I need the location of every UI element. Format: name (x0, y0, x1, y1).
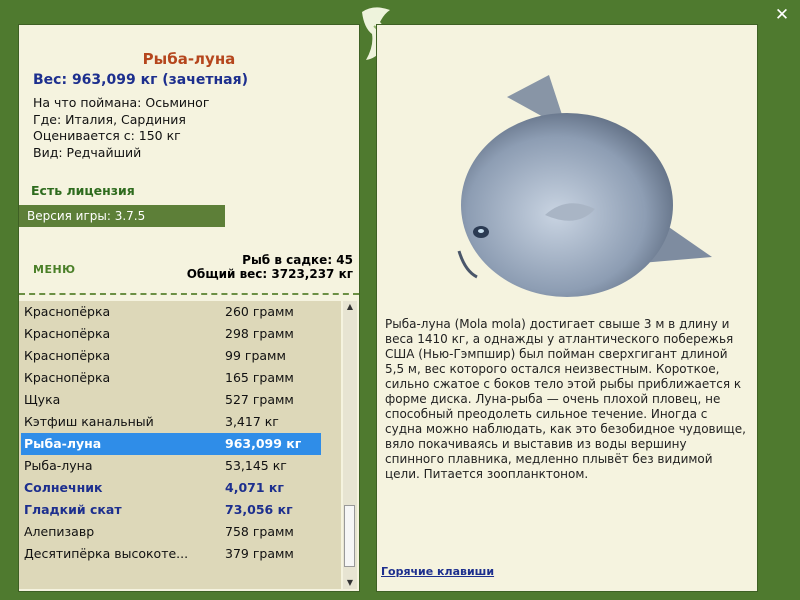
sunfish-image (457, 75, 712, 297)
list-item-name: Кэтфиш канальный (24, 414, 154, 429)
list-item-name: Рыба-луна (24, 436, 102, 451)
divider (19, 293, 359, 295)
rated-from-text: Оценивается с: 150 кг (33, 128, 181, 143)
list-scrollbar[interactable]: ▲ ▼ (343, 301, 357, 589)
list-item-selected[interactable]: Рыба-луна 963,099 кг (21, 433, 321, 455)
list-item-name: Гладкий скат (24, 502, 122, 517)
list-item[interactable]: Щука 527 грамм (19, 389, 341, 411)
list-item[interactable]: Десятипёрка высокоте... 379 грамм (19, 543, 341, 565)
list-item[interactable]: Краснопёрка 298 грамм (19, 323, 341, 345)
total-weight: Общий вес: 3723,237 кг (186, 267, 353, 281)
list-item-weight: 379 грамм (225, 546, 294, 561)
list-item[interactable]: Краснопёрка 260 грамм (19, 301, 341, 323)
list-item-name: Алепизавр (24, 524, 95, 539)
fish-count: Рыб в садке: 45 (242, 253, 353, 267)
scroll-up-icon[interactable]: ▲ (343, 301, 357, 313)
list-item[interactable]: Кэтфиш канальный 3,417 кг (19, 411, 341, 433)
list-item-name: Щука (24, 392, 61, 407)
close-icon[interactable]: ✕ (772, 5, 792, 25)
version-bar: Версия игры: 3.7.5 (19, 205, 225, 227)
list-item-name: Краснопёрка (24, 348, 111, 363)
list-item[interactable]: Краснопёрка 165 грамм (19, 367, 341, 389)
location-text: Где: Италия, Сардиния (33, 111, 186, 127)
scroll-down-icon[interactable]: ▼ (343, 577, 357, 589)
list-item-weight: 4,071 кг (225, 480, 284, 495)
hotkeys-link[interactable]: Горячие клавиши (381, 565, 494, 578)
list-item[interactable]: Солнечник 4,071 кг (19, 477, 341, 499)
list-item-weight: 53,145 кг (225, 458, 287, 473)
fish-info-panel: Рыба-луна Вес: 963,099 кг (зачетная) На … (18, 24, 360, 592)
net-stats: Рыб в садке: 45 Общий вес: 3723,237 кг (187, 253, 353, 281)
list-item-name: Солнечник (24, 480, 103, 495)
fish-description-panel: Рыба-луна (Mola mola) достигает свыше 3 … (376, 24, 758, 592)
list-item-weight: 758 грамм (225, 524, 294, 539)
list-item-weight: 3,417 кг (225, 414, 279, 429)
list-item-weight: 963,099 кг (225, 436, 302, 451)
fish-name: Рыба-луна (142, 50, 236, 68)
list-item-weight: 260 грамм (225, 304, 294, 319)
list-item[interactable]: Рыба-луна 53,145 кг (19, 455, 341, 477)
list-item-name: Краснопёрка (24, 326, 111, 341)
list-item-name: Краснопёрка (24, 370, 111, 385)
fish-details: На что поймана: Осьминог Где: Италия, Са… (33, 95, 209, 161)
list-item-weight: 99 грамм (225, 348, 286, 363)
type-text: Вид: Редчайший (33, 144, 142, 160)
bait-text: На что поймана: Осьминог (33, 95, 210, 110)
list-item-weight: 73,056 кг (225, 502, 293, 517)
list-item-weight: 527 грамм (225, 392, 294, 407)
menu-button[interactable]: МЕНЮ (33, 263, 76, 276)
license-status: Есть лицензия (31, 183, 135, 198)
scroll-thumb[interactable] (344, 505, 355, 567)
fish-list: Краснопёрка 260 грамм Краснопёрка 298 грам… (19, 301, 341, 589)
list-item-weight: 298 грамм (225, 326, 294, 341)
list-item[interactable]: Краснопёрка 99 грамм (19, 345, 341, 367)
list-item[interactable]: Гладкий скат 73,056 кг (19, 499, 341, 521)
list-item-name: Десятипёрка высокоте... (24, 546, 189, 561)
fish-description: Рыба-луна (Mola mola) достигает свыше 3 … (385, 317, 746, 481)
list-item-name: Рыба-луна (24, 458, 93, 473)
fish-weight: Вес: 963,099 кг (зачетная) (33, 72, 248, 88)
list-item-name: Краснопёрка (24, 304, 111, 319)
list-item-weight: 165 грамм (225, 370, 294, 385)
list-item[interactable]: Алепизавр 758 грамм (19, 521, 341, 543)
